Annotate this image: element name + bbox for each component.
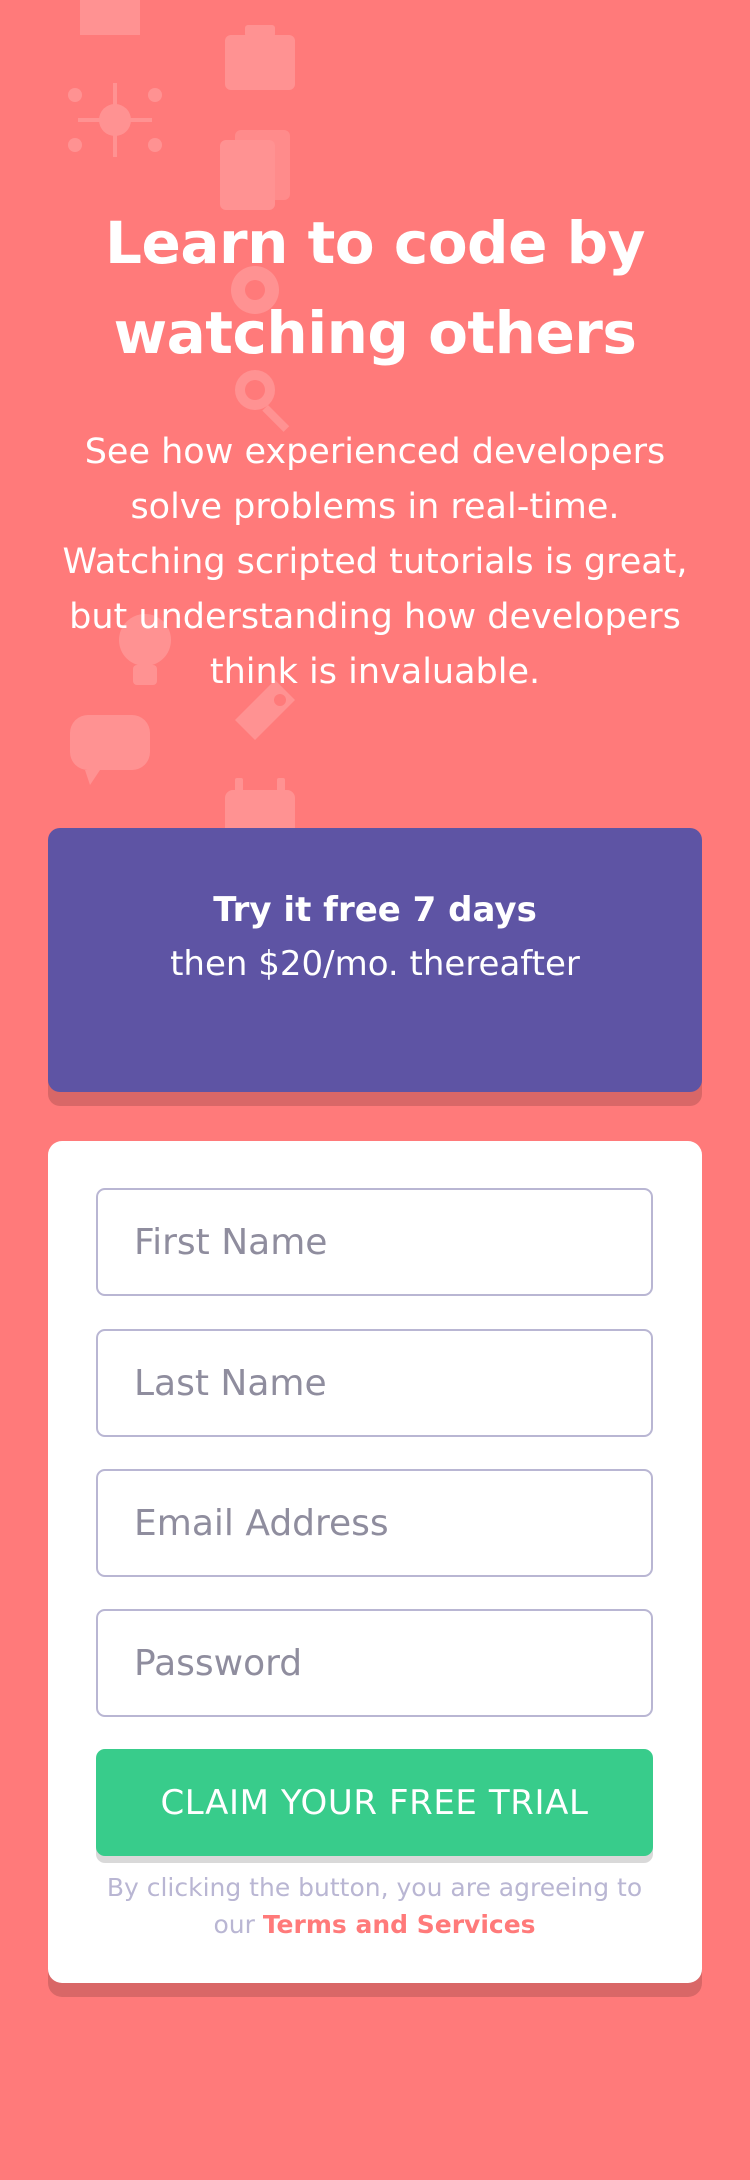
claim-free-trial-button[interactable]: CLAIM YOUR FREE TRIAL (96, 1749, 653, 1856)
toolbox-icon (225, 25, 295, 90)
home-icon (80, 0, 140, 35)
network-icon (68, 83, 162, 157)
terms-fine-print: By clicking the button, you are agreeing… (96, 1869, 653, 1943)
page-title: Learn to code by watching others (105, 209, 645, 367)
offer-card: Try it free 7 days then $20/mo. thereaft… (48, 828, 702, 1092)
first-name-input[interactable] (98, 1190, 651, 1294)
signup-form-card: CLAIM YOUR FREE TRIAL By clicking the bu… (48, 1141, 702, 1983)
first-name-field[interactable] (96, 1188, 653, 1296)
magnifier-icon (235, 370, 290, 432)
offer-rest-text: then $20/mo. thereafter (170, 944, 580, 984)
email-field[interactable] (96, 1469, 653, 1577)
last-name-field[interactable] (96, 1329, 653, 1437)
email-input[interactable] (98, 1471, 651, 1575)
password-input[interactable] (98, 1611, 651, 1715)
last-name-input[interactable] (98, 1331, 651, 1435)
page-subtitle: See how experienced developers solve pro… (62, 432, 688, 692)
terms-and-services-link[interactable]: Terms and Services (263, 1910, 536, 1939)
password-field[interactable] (96, 1609, 653, 1717)
offer-bold-text: Try it free 7 days (213, 890, 537, 930)
offer-text: Try it free 7 days then $20/mo. thereaft… (48, 883, 702, 991)
chat-bubble-icon (70, 715, 150, 785)
